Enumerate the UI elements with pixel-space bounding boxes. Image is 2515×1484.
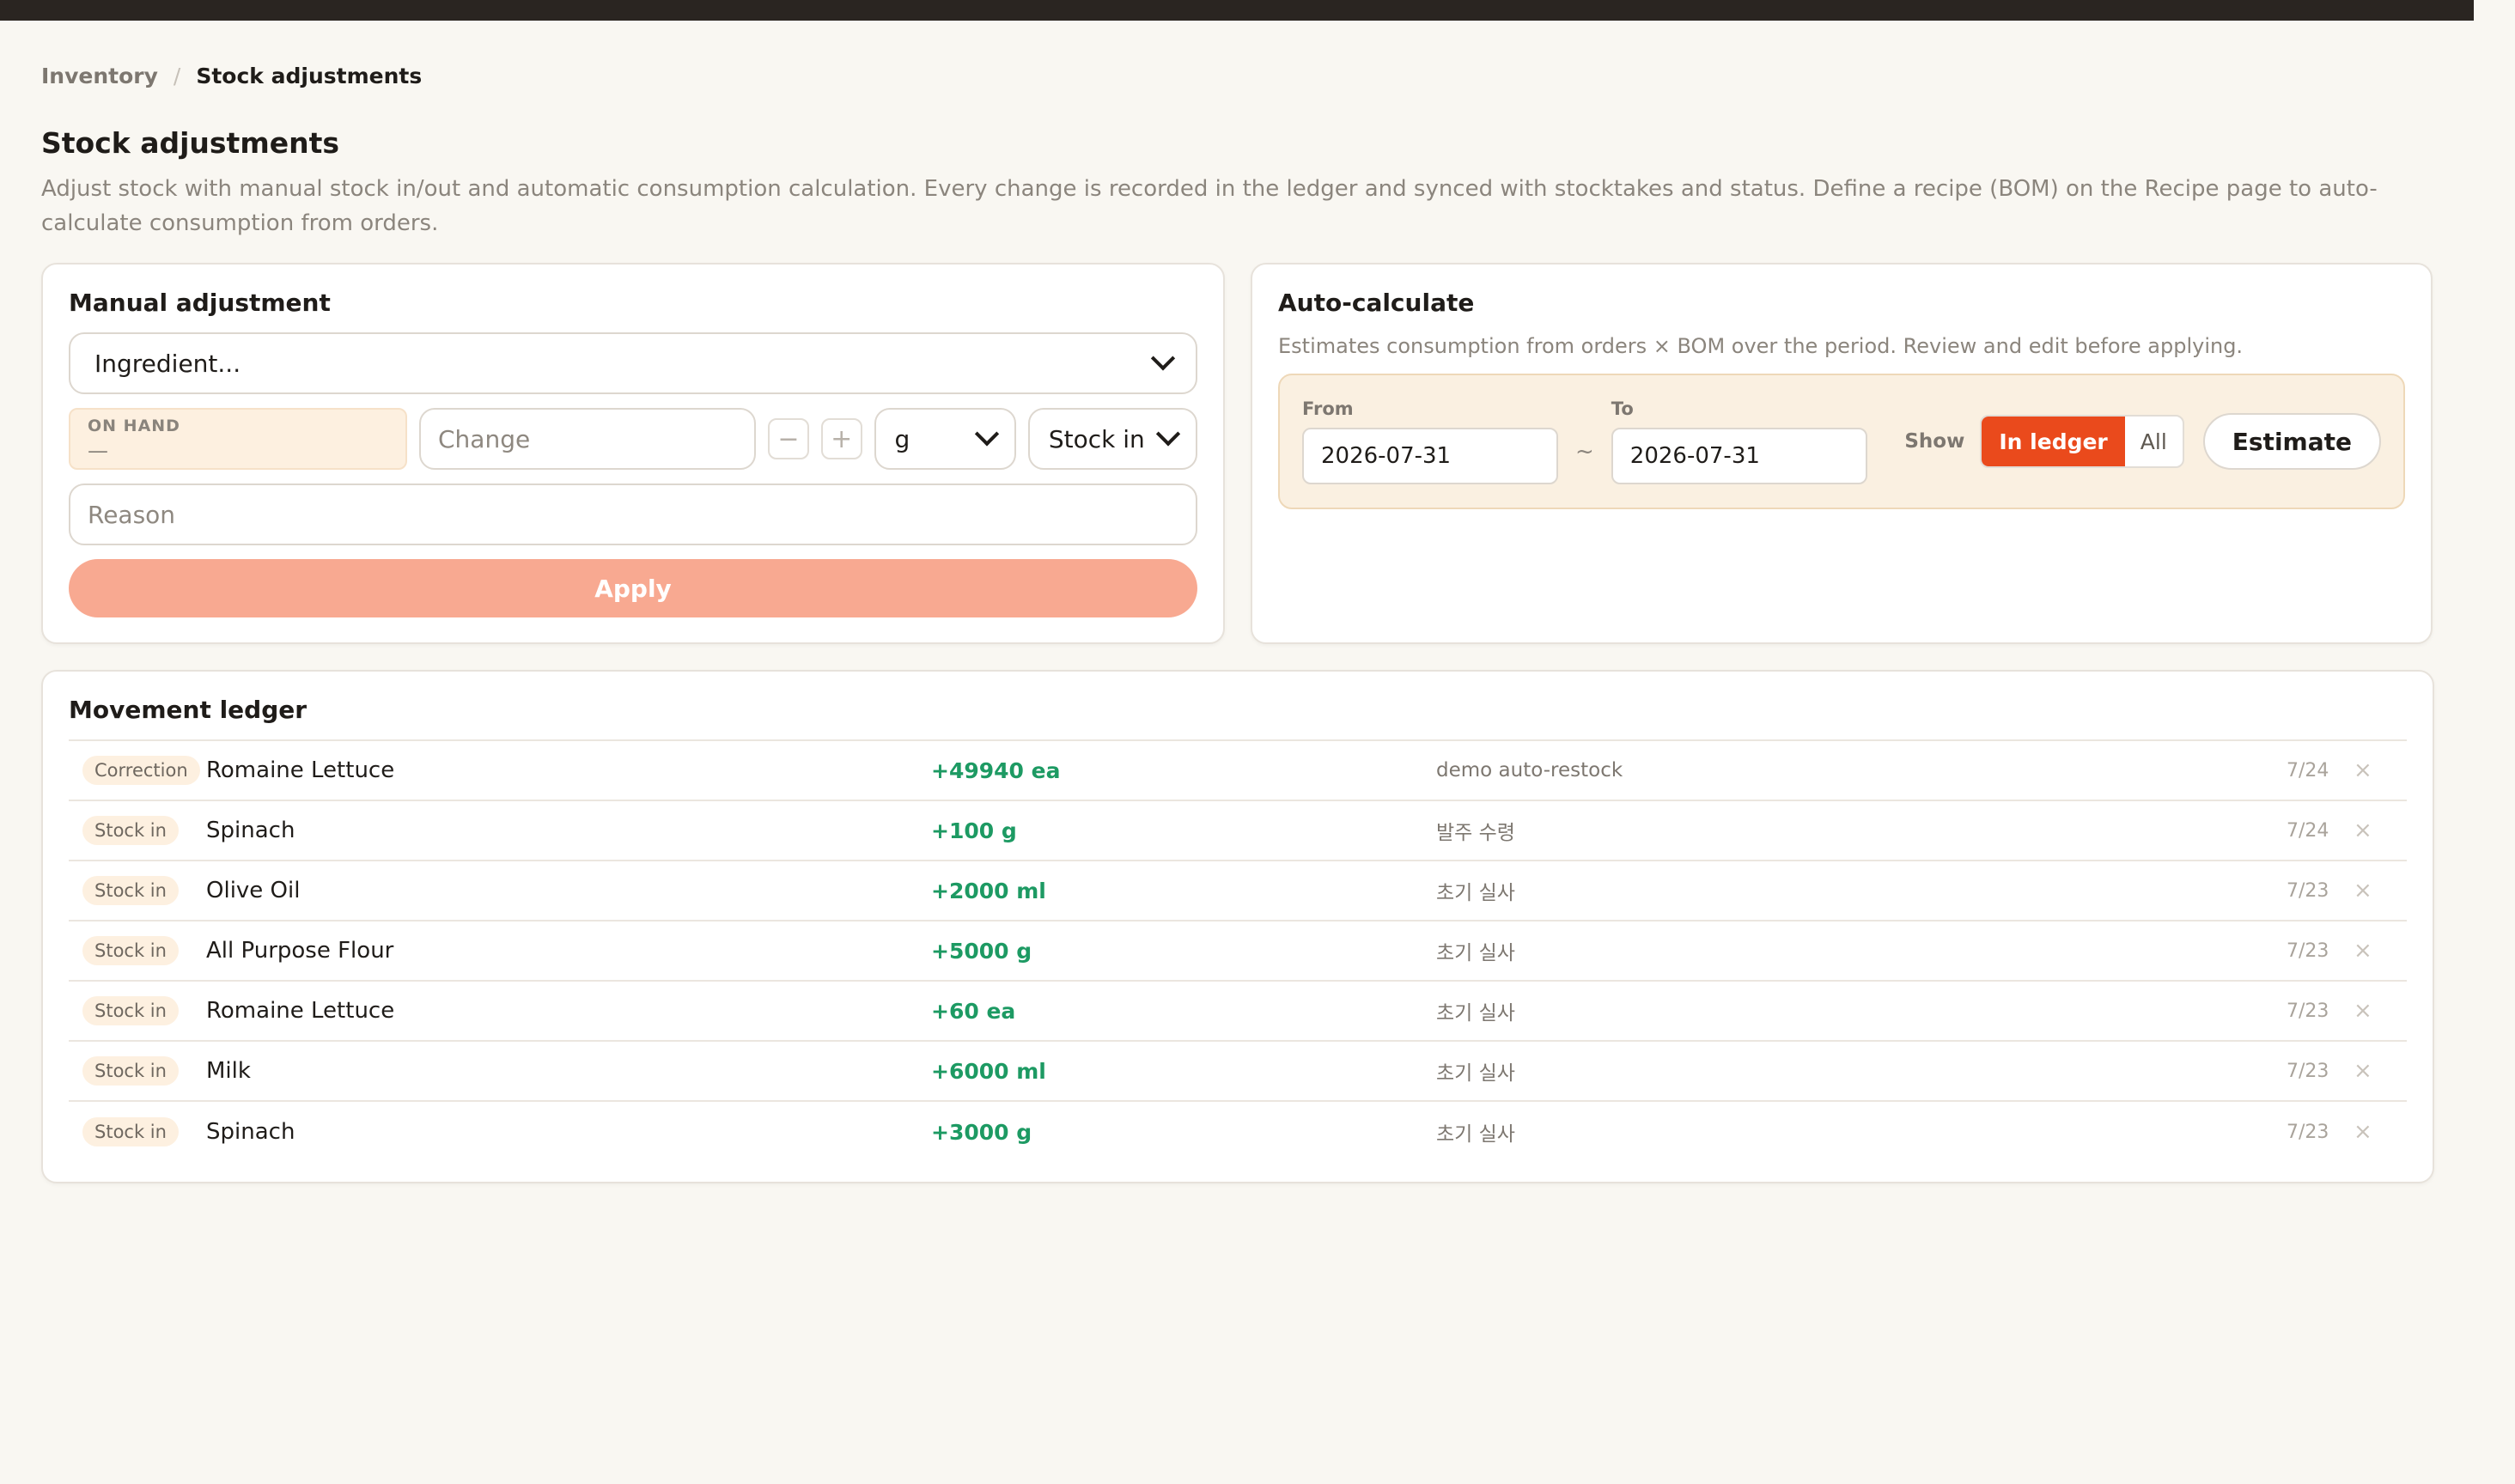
type-badge: Stock in	[82, 1056, 179, 1086]
change-input[interactable]: Change	[419, 408, 757, 470]
breadcrumb-current: Stock adjustments	[196, 64, 423, 88]
quantity: +60 ea	[931, 998, 1016, 1024]
date: 7/23	[2287, 1121, 2329, 1143]
quantity: +3000 g	[931, 1119, 1032, 1145]
adjustment-controls: ON HAND — Change − + g Stock in	[69, 408, 1197, 470]
close-icon[interactable]: ×	[2354, 1119, 2372, 1145]
quantity: +100 g	[931, 818, 1017, 843]
auto-calculate-title: Auto-calculate	[1278, 289, 1475, 317]
page: Inventory / Stock adjustments Stock adju…	[41, 21, 2434, 1183]
quantity: +49940 ea	[931, 757, 1061, 783]
direction-select[interactable]: Stock in	[1027, 408, 1197, 470]
apply-button[interactable]: Apply	[69, 559, 1197, 617]
date: 7/24	[2287, 759, 2329, 782]
show-toggle: In ledger All	[1980, 415, 2184, 468]
quantity: +6000 ml	[931, 1058, 1046, 1084]
date: 7/23	[2287, 1000, 2329, 1022]
item-name: Spinach	[206, 818, 295, 843]
show-label: Show	[1904, 430, 1965, 453]
ledger-list: Correction Romaine Lettuce +49940 ea dem…	[69, 739, 2407, 1162]
date: 7/23	[2287, 1060, 2329, 1082]
unit-select[interactable]: g	[874, 408, 1016, 470]
type-badge: Stock in	[82, 816, 179, 845]
type-badge: Stock in	[82, 936, 179, 965]
chevron-down-icon	[1150, 346, 1176, 371]
ingredient-select[interactable]: Ingredient...	[69, 332, 1197, 394]
on-hand-value: —	[88, 439, 108, 463]
estimate-button[interactable]: Estimate	[2202, 413, 2381, 470]
note: 초기 실사	[1436, 1123, 1515, 1146]
note: 초기 실사	[1436, 942, 1515, 964]
type-badge: Stock in	[82, 996, 179, 1025]
unit-select-value: g	[894, 424, 910, 453]
ledger-row: Stock in Milk +6000 ml 초기 실사 7/23 ×	[69, 1042, 2407, 1102]
date: 7/23	[2287, 940, 2329, 962]
date: 7/23	[2287, 879, 2329, 902]
ledger-row: Stock in Olive Oil +2000 ml 초기 실사 7/23 ×	[69, 861, 2407, 921]
item-name: Olive Oil	[206, 878, 301, 903]
type-badge: Stock in	[82, 1117, 179, 1146]
toggle-all[interactable]: All	[2125, 417, 2183, 466]
change-input-placeholder: Change	[438, 424, 531, 453]
close-icon[interactable]: ×	[2354, 1058, 2372, 1084]
ingredient-select-value: Ingredient...	[94, 349, 241, 378]
from-group: From 2026-07-31	[1302, 398, 1558, 484]
to-label: To	[1611, 398, 1634, 419]
note: 초기 실사	[1436, 1002, 1515, 1025]
date: 7/24	[2287, 819, 2329, 842]
direction-select-value: Stock in	[1048, 424, 1145, 453]
increment-button[interactable]: +	[820, 418, 862, 459]
item-name: Romaine Lettuce	[206, 757, 395, 783]
ledger-row: Stock in Romaine Lettuce +60 ea 초기 실사 7/…	[69, 982, 2407, 1042]
note: 초기 실사	[1436, 882, 1515, 904]
close-icon[interactable]: ×	[2354, 757, 2372, 783]
on-hand-label: ON HAND	[88, 417, 180, 435]
cards-row: Manual adjustment Ingredient... ON HAND …	[41, 263, 2433, 644]
close-icon[interactable]: ×	[2354, 818, 2372, 843]
close-icon[interactable]: ×	[2354, 938, 2372, 964]
top-bar	[0, 0, 2474, 21]
quantity: +5000 g	[931, 938, 1032, 964]
ledger-row: Stock in Spinach +100 g 발주 수령 7/24 ×	[69, 801, 2407, 861]
type-badge: Correction	[82, 756, 200, 785]
type-badge: Stock in	[82, 876, 179, 905]
item-name: Spinach	[206, 1119, 295, 1145]
item-name: Milk	[206, 1058, 251, 1084]
item-name: Romaine Lettuce	[206, 998, 395, 1024]
from-date-input[interactable]: 2026-07-31	[1302, 428, 1558, 484]
ledger-row: Stock in All Purpose Flour +5000 g 초기 실사…	[69, 921, 2407, 982]
toggle-in-ledger[interactable]: In ledger	[1982, 417, 2125, 466]
item-name: All Purpose Flour	[206, 938, 394, 964]
on-hand-display: ON HAND —	[69, 408, 407, 470]
breadcrumb-separator: /	[173, 64, 181, 88]
range-separator: ~	[1575, 439, 1594, 465]
reason-input[interactable]: Reason	[69, 484, 1197, 545]
breadcrumb: Inventory / Stock adjustments	[41, 64, 2433, 88]
to-group: To 2026-07-31	[1611, 398, 1867, 484]
note: demo auto-restock	[1436, 759, 1623, 782]
manual-adjustment-title: Manual adjustment	[69, 289, 331, 317]
chevron-down-icon	[974, 422, 999, 447]
movement-ledger-title: Movement ledger	[69, 696, 308, 724]
ledger-row: Stock in Spinach +3000 g 초기 실사 7/23 ×	[69, 1102, 2407, 1162]
manual-adjustment-card: Manual adjustment Ingredient... ON HAND …	[41, 263, 1225, 644]
quantity: +2000 ml	[931, 878, 1046, 903]
period-panel: From 2026-07-31 ~ To 2026-07-31 Show In …	[1278, 374, 2405, 509]
page-description: Adjust stock with manual stock in/out an…	[41, 176, 2378, 236]
note: 발주 수령	[1436, 822, 1515, 844]
breadcrumb-inventory-link[interactable]: Inventory	[41, 64, 158, 88]
auto-calculate-description: Estimates consumption from orders × BOM …	[1278, 334, 2244, 358]
note: 초기 실사	[1436, 1062, 1515, 1085]
from-label: From	[1302, 398, 1354, 419]
auto-calculate-card: Auto-calculate Estimates consumption fro…	[1251, 263, 2433, 644]
to-date-input[interactable]: 2026-07-31	[1611, 428, 1867, 484]
close-icon[interactable]: ×	[2354, 878, 2372, 903]
chevron-down-icon	[1155, 422, 1181, 447]
movement-ledger-card: Movement ledger Correction Romaine Lettu…	[41, 670, 2434, 1183]
page-title: Stock adjustments	[41, 126, 339, 160]
close-icon[interactable]: ×	[2354, 998, 2372, 1024]
reason-input-placeholder: Reason	[88, 500, 176, 529]
ledger-row: Correction Romaine Lettuce +49940 ea dem…	[69, 741, 2407, 801]
decrement-button[interactable]: −	[768, 418, 809, 459]
